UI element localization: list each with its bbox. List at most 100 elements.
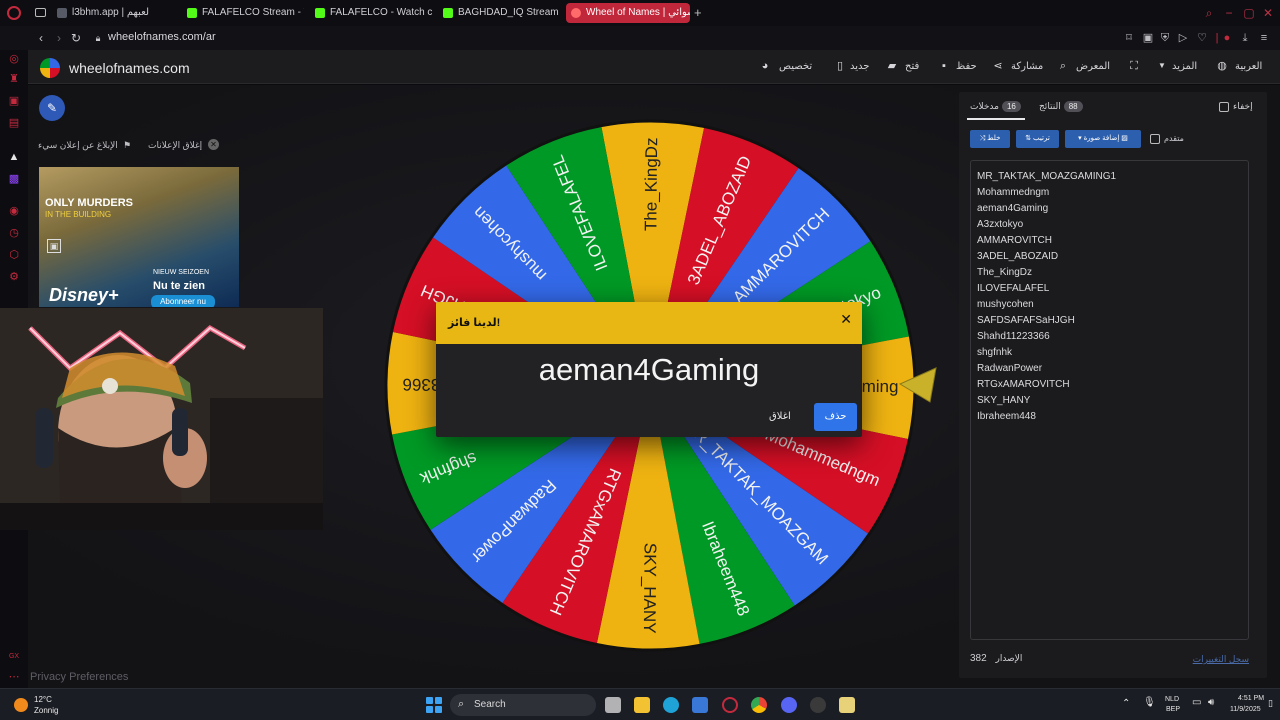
play-icon[interactable]: ▷ (1176, 31, 1190, 45)
new-tab-button[interactable]: + (694, 5, 702, 20)
list-item: shgfnhk (977, 347, 1013, 358)
browser-tab[interactable]: BAGHDAD_IQ Stream - W (438, 3, 560, 23)
history-icon[interactable]: ◷ (7, 226, 21, 240)
tab-label: Wheel of Names | عشوائي (586, 7, 690, 18)
app-icon[interactable] (839, 697, 855, 713)
download-icon[interactable]: ⤓ (1238, 31, 1252, 45)
ad-subscribe-button[interactable]: Abonneer nu (151, 295, 215, 307)
dialog-title: لدينا فائز! (448, 317, 501, 329)
obs-icon[interactable] (810, 697, 826, 713)
clock-time[interactable]: 4:51 PM (1238, 695, 1264, 702)
notification-icon[interactable]: ▯ (1268, 698, 1273, 709)
entries-textarea[interactable]: MR_TAKTAK_MOAZGAMING1 Mohammedngm aeman4… (970, 160, 1249, 640)
browser-tab[interactable]: l3bhm.app | لعبهم (52, 3, 178, 23)
open-button[interactable]: فتح (905, 61, 919, 72)
music-player-icon[interactable]: ▣ (7, 94, 21, 108)
gallery-button[interactable]: المعرض (1076, 61, 1110, 72)
new-button[interactable]: جديد (850, 61, 869, 72)
maximize-icon[interactable]: ▢ (1242, 6, 1256, 20)
changelog-link[interactable]: سجل التغييرات (1193, 654, 1249, 665)
remove-winner-button[interactable]: حذف (814, 403, 857, 431)
vpn-icon[interactable]: ⛨ (1158, 31, 1172, 45)
save-button[interactable]: حفظ (956, 61, 977, 72)
report-flag-icon: ⚑ (123, 140, 132, 150)
results-count-badge: 88 (1063, 101, 1083, 112)
file-explorer-icon[interactable] (634, 697, 650, 713)
gx-mods-icon[interactable]: GX (7, 650, 21, 664)
reload-icon[interactable]: ↻ (69, 31, 83, 45)
tab-label: FALAFELCO Stream - Wat (202, 7, 304, 18)
opera-logo-icon[interactable] (7, 6, 21, 20)
network-icon[interactable]: ▭ (1192, 697, 1201, 708)
microphone-icon[interactable]: 🎙︎ (1143, 697, 1156, 708)
sort-icon: ⇅ (1025, 135, 1034, 142)
snapshot-icon[interactable]: ▣ (1141, 31, 1155, 45)
account-icon[interactable]: ● (1220, 31, 1234, 45)
customize-button[interactable]: تخصيص (779, 61, 812, 72)
edit-pencil-button[interactable]: ✎ (39, 95, 65, 121)
close-icon[interactable]: ✕ (840, 312, 852, 326)
heart-icon[interactable]: ♡ (1195, 31, 1209, 45)
search-icon: ⌕ (458, 698, 465, 710)
privacy-preferences-link[interactable]: Privacy Preferences (30, 671, 128, 683)
add-image-button[interactable]: ▾ إضافة صورة ▨ (1065, 130, 1141, 148)
close-window-icon[interactable]: ✕ (1261, 6, 1275, 20)
fullscreen-icon[interactable]: ⛶ (1128, 60, 1140, 72)
task-view-icon[interactable] (605, 697, 621, 713)
more-button[interactable]: المزيد (1158, 61, 1197, 72)
gx-cleaner-icon[interactable]: ♜ (7, 72, 21, 86)
minimize-icon[interactable]: − (1222, 6, 1236, 20)
keyboard-lang-top[interactable]: NLD (1165, 696, 1179, 703)
tab-entries[interactable]: مدخلات 16 (970, 101, 1021, 112)
url-field[interactable]: wheelofnames.com/ar (108, 31, 216, 43)
store-icon[interactable] (692, 697, 708, 713)
browser-tab[interactable]: FALAFELCO Stream - Wat (182, 3, 304, 23)
twitch-icon[interactable]: ▩ (7, 172, 21, 186)
shuffle-button[interactable]: ⤨ خلط (970, 130, 1010, 148)
dialog-header: لدينا فائز! ✕ (436, 302, 862, 344)
tab-results[interactable]: النتائج 88 (1039, 101, 1083, 112)
weather-sun-icon[interactable] (14, 698, 28, 712)
ad-subtitle: IN THE BUILDING (45, 210, 112, 219)
chrome-icon[interactable] (751, 697, 767, 713)
share-button[interactable]: مشاركة (1011, 61, 1043, 72)
advertisement[interactable]: ONLY MURDERS IN THE BUILDING ▣ NIEUW SEI… (39, 167, 239, 307)
shuffle-icon: ⤨ (979, 135, 988, 142)
sort-button[interactable]: ⇅ ترتيب (1016, 130, 1059, 148)
language-button[interactable]: العربية (1235, 61, 1262, 72)
volume-icon[interactable]: 🔊︎ (1208, 697, 1214, 708)
bookmark-icon[interactable]: ⌑ (1122, 31, 1136, 45)
extensions-icon[interactable]: ⬡ (7, 248, 21, 262)
browser-tab[interactable]: FALAFELCO - Watch clips (310, 3, 432, 23)
kick-sidebar-icon[interactable]: ▲ (7, 150, 21, 164)
tray-overflow-icon[interactable]: ⌃ (1122, 698, 1130, 709)
easy-setup-icon[interactable]: ≡ (1257, 31, 1271, 45)
site-name[interactable]: wheelofnames.com (69, 60, 190, 76)
close-dialog-button[interactable]: اغلاق (769, 411, 791, 422)
gx-control-icon[interactable]: ◎ (7, 52, 21, 66)
settings-icon[interactable]: ⚙ (7, 270, 21, 284)
close-ads-icon[interactable]: ✕ (208, 139, 219, 150)
taskbar-search[interactable]: ⌕ Search (450, 694, 596, 716)
site-logo-icon[interactable] (40, 58, 60, 78)
share-icon: ⋖ (993, 60, 1003, 72)
more-icon[interactable]: ⋯ (7, 670, 21, 684)
back-icon[interactable]: ‹ (34, 31, 48, 45)
windows-start-icon[interactable] (426, 697, 442, 713)
lock-icon: ▣ (47, 239, 61, 253)
palette-icon[interactable]: ◕ (759, 60, 771, 72)
browser-tab-active[interactable]: Wheel of Names | عشوائي (566, 3, 690, 23)
player-icon[interactable]: ◉ (7, 204, 21, 218)
tab-overview-icon[interactable] (35, 8, 46, 17)
hide-checkbox[interactable] (1219, 102, 1229, 112)
report-ad-link[interactable]: الإبلاغ عن إعلان سيء (38, 140, 118, 151)
discord-icon[interactable] (781, 697, 797, 713)
edge-icon[interactable] (663, 697, 679, 713)
forward-icon[interactable]: › (52, 31, 66, 45)
search-tabs-icon[interactable]: ⌕ (1202, 6, 1216, 20)
advanced-checkbox[interactable] (1150, 134, 1160, 144)
opera-gx-icon[interactable] (722, 697, 738, 713)
save-icon: ▪ (942, 60, 946, 72)
news-icon[interactable]: ▤ (7, 116, 21, 130)
close-ads-link[interactable]: إغلاق الإعلانات (148, 140, 202, 151)
